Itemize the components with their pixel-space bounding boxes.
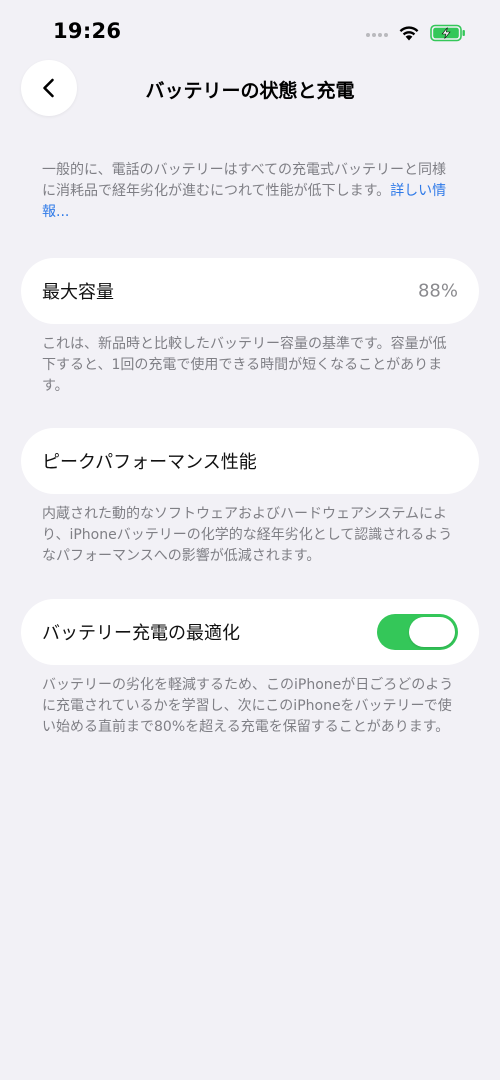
- max-capacity-footnote: これは、新品時と比較したバッテリー容量の基準です。容量が低下すると、1回の充電で…: [42, 336, 447, 394]
- intro-description: 一般的に、電話のバッテリーはすべての充電式バッテリーと同様に消耗品で経年劣化が進…: [42, 160, 460, 223]
- max-capacity-value: 88%: [417, 280, 458, 302]
- intro-text: 一般的に、電話のバッテリーはすべての充電式バッテリーと同様に消耗品で経年劣化が進…: [42, 162, 447, 199]
- optimized-charging-label: バッテリー充電の最適化: [42, 623, 240, 644]
- peak-performance-footnote: 内蔵された動的なソフトウェアおよびハードウェアシステムにより、iPhoneバッテ…: [42, 506, 453, 564]
- cellular-signal-icon: [366, 33, 388, 37]
- wifi-icon: [399, 26, 419, 41]
- max-capacity-row: 最大容量 88%: [21, 258, 479, 324]
- status-time: 19:26: [53, 19, 122, 43]
- battery-charging-icon: [430, 24, 465, 42]
- max-capacity-label: 最大容量: [42, 282, 114, 303]
- optimized-charging-toggle[interactable]: [377, 614, 458, 650]
- optimized-charging-row: バッテリー充電の最適化: [21, 599, 479, 665]
- toggle-knob: [409, 617, 455, 647]
- page-title: バッテリーの状態と充電: [145, 80, 355, 102]
- status-bar: 19:26: [0, 0, 500, 60]
- peak-performance-label: ピークパフォーマンス性能: [42, 452, 257, 473]
- optimized-charging-footnote: バッテリーの劣化を軽減するため、このiPhoneが日ごろどのように充電されている…: [42, 677, 454, 735]
- peak-performance-row: ピークパフォーマンス性能: [21, 428, 479, 494]
